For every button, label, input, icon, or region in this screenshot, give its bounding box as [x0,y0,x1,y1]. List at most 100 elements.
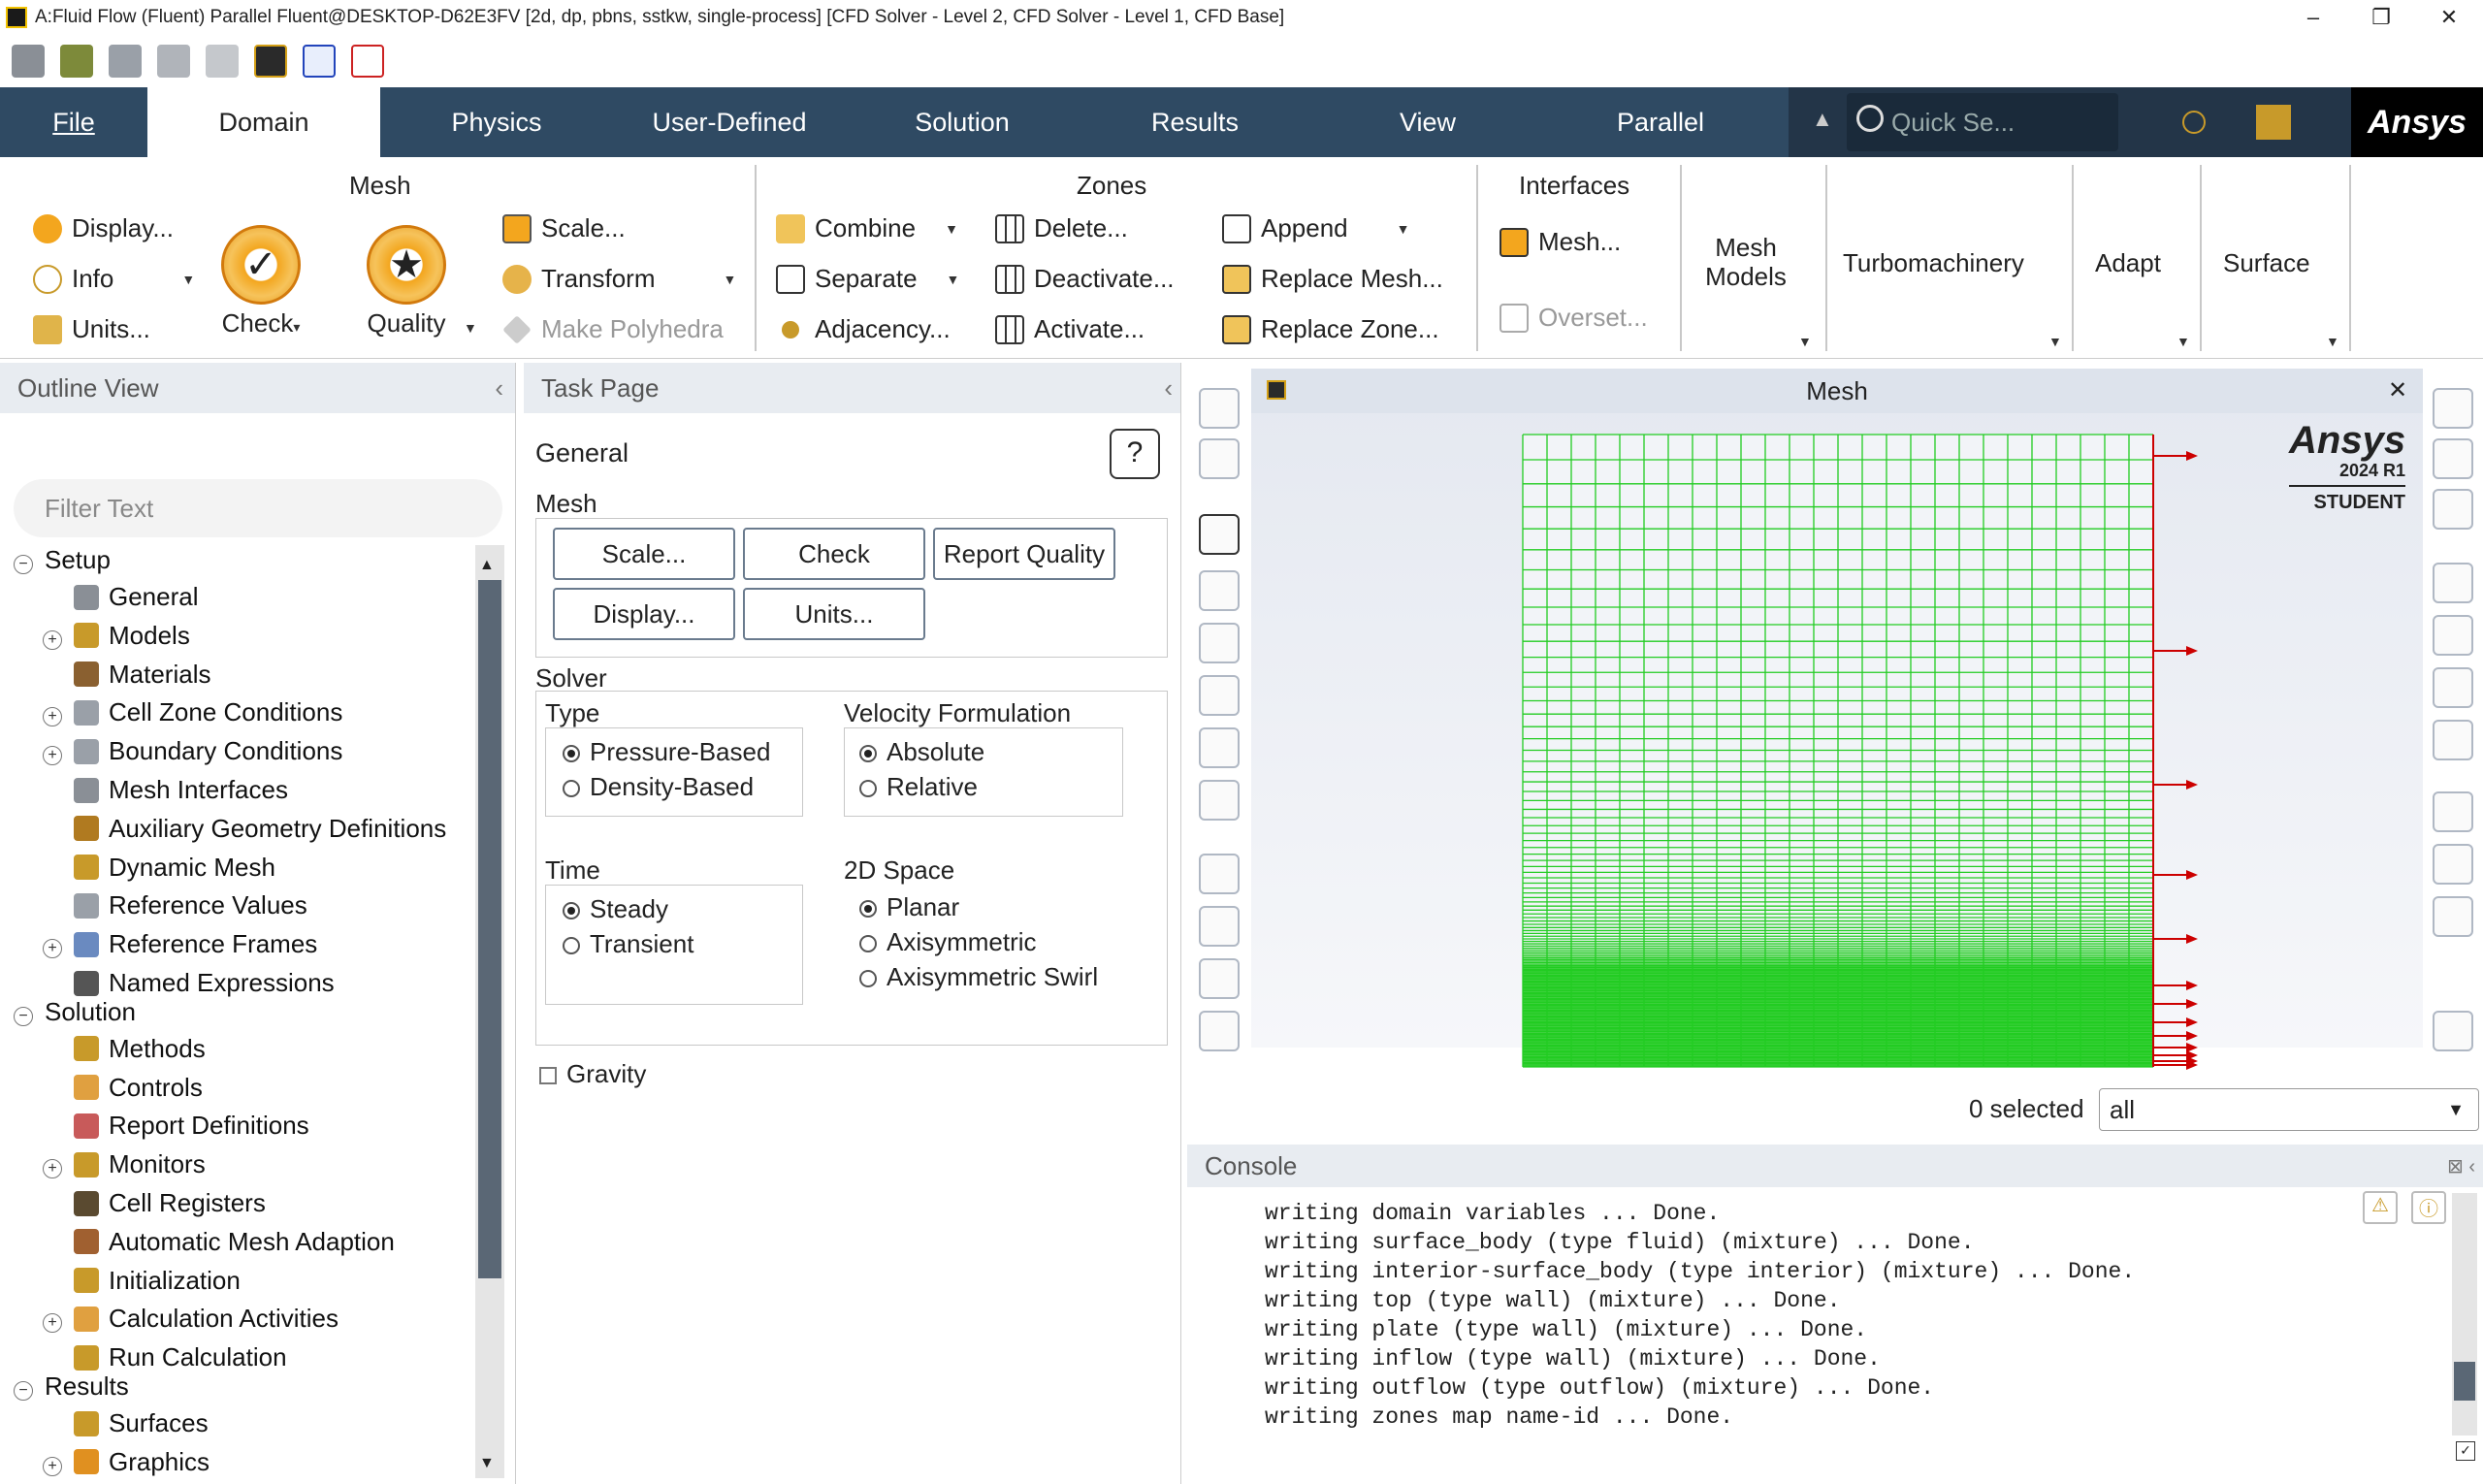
tab-domain[interactable]: Domain [147,87,380,157]
tree-item-graphics[interactable]: Graphics [74,1447,210,1477]
tab-results[interactable]: Results [1079,87,1311,157]
adapt-button[interactable]: Adapt [2095,248,2161,278]
transient-radio[interactable]: Transient [563,929,693,959]
density-based-radio[interactable]: Density-Based [563,772,754,802]
mesh-check-button[interactable]: ✓ Check▾ [221,225,301,339]
zoom-in-icon[interactable] [1199,906,1240,947]
read-case-icon[interactable] [60,45,93,78]
tree-item-named-expressions[interactable]: Named Expressions [74,968,335,998]
relative-radio[interactable]: Relative [859,772,978,802]
tree-item-report-definitions[interactable]: Report Definitions [74,1111,309,1141]
minimize-button[interactable]: – [2279,0,2347,35]
collapse-task-icon[interactable]: ‹ [1164,373,1173,403]
parameters-icon[interactable] [303,45,336,78]
tree-item-monitors[interactable]: Monitors [74,1149,206,1179]
scale-button[interactable]: Scale... [553,528,735,580]
turbomachinery-button[interactable]: Turbomachinery [1843,248,2024,278]
filter-text-input[interactable]: Filter Text [14,479,502,537]
pan-icon[interactable] [1199,623,1240,663]
tree-item-cell-zone-conditions[interactable]: Cell Zone Conditions [74,697,342,727]
quick-search-input[interactable]: Quick Se... [1847,93,2118,151]
pointer-tool-icon[interactable] [1199,514,1240,555]
zone-deactivate-button[interactable]: Deactivate... [995,264,1175,294]
warning-icon[interactable]: ⚠ [2363,1191,2398,1224]
mesh-display-button[interactable]: Display... [33,213,174,243]
plot-icon[interactable] [2433,791,2473,832]
display-button[interactable]: Display... [553,588,735,640]
surface-button[interactable]: Surface [2223,248,2310,278]
mesh-plot[interactable] [1513,427,2211,1077]
tree-item-automatic-mesh-adaption[interactable]: Automatic Mesh Adaption [74,1227,395,1257]
tab-physics[interactable]: Physics [380,87,613,157]
absolute-radio[interactable]: Absolute [859,737,984,767]
quality-dropdown-icon[interactable]: ▼ [464,320,477,336]
mesh-transform-button[interactable]: Transform ▼ [502,264,736,294]
zone-adjacency-button[interactable]: Adjacency... [776,314,951,344]
mesh-models-button[interactable]: Mesh Models [1688,233,1804,291]
tree-item-cell-registers[interactable]: Cell Registers [74,1188,266,1218]
probe-info-icon[interactable] [1199,780,1240,821]
selection-filter-dropdown[interactable]: all ▼ [2099,1088,2479,1131]
check-button[interactable]: Check [743,528,925,580]
mesh-models-dropdown-icon[interactable]: ▼ [1798,334,1812,349]
info-icon[interactable]: ⓘ [2411,1191,2446,1224]
tree-item-boundary-conditions[interactable]: Boundary Conditions [74,736,342,766]
colormap-icon[interactable] [2433,844,2473,885]
collapse-ribbon-icon[interactable]: ▲ [1812,107,1833,132]
tab-view[interactable]: View [1311,87,1544,157]
collapse-toggle-icon[interactable]: − [14,1381,33,1401]
axisymmetric-radio[interactable]: Axisymmetric [859,927,1037,957]
undo-view-icon[interactable] [2433,720,2473,760]
write-case-icon[interactable] [109,45,142,78]
open-icon[interactable] [12,45,45,78]
workbench-icon[interactable] [254,45,287,78]
tree-item-reference-frames[interactable]: Reference Frames [74,929,317,959]
tab-parallel[interactable]: Parallel [1544,87,1777,157]
copy-icon[interactable] [2433,1011,2473,1051]
help-icon[interactable] [2182,111,2206,134]
material-icon[interactable] [2433,489,2473,530]
window-icon[interactable] [2433,667,2473,708]
zone-activate-button[interactable]: Activate... [995,314,1145,344]
tree-item-methods[interactable]: Methods [74,1034,206,1064]
tree-item-calculation-activities[interactable]: Calculation Activities [74,1304,339,1334]
mesh-scale-button[interactable]: Scale... [502,213,626,243]
tree-section-results[interactable]: Results [45,1371,129,1402]
copy-view-icon[interactable] [1199,438,1240,479]
lighting-icon[interactable] [2433,388,2473,429]
report-quality-button[interactable]: Report Quality [933,528,1115,580]
tab-solution[interactable]: Solution [846,87,1079,157]
scroll-up-icon[interactable]: ▲ [479,557,495,574]
zoom-box-icon[interactable] [1199,727,1240,768]
tree-item-controls[interactable]: Controls [74,1073,203,1103]
axes-icon[interactable] [1199,1011,1240,1051]
planar-radio[interactable]: Planar [859,892,959,922]
mesh-units-button[interactable]: Units... [33,314,150,344]
zone-combine-button[interactable]: Combine ▼ [776,213,958,243]
console-menu-icon[interactable]: ⊠ ‹ [2447,1154,2475,1178]
autoscroll-checkbox[interactable]: ✓ [2456,1441,2475,1461]
collapse-toggle-icon[interactable]: − [14,555,33,574]
steady-radio[interactable]: Steady [563,894,668,924]
tab-file[interactable]: File [0,87,147,157]
tree-section-setup[interactable]: Setup [45,545,111,575]
tree-item-models[interactable]: Models [74,621,190,651]
tree-item-dynamic-mesh[interactable]: Dynamic Mesh [74,853,275,883]
layout-icon[interactable] [2256,105,2291,140]
zone-separate-button[interactable]: Separate ▼ [776,264,959,294]
units-button[interactable]: Units... [743,588,925,640]
tree-section-solution[interactable]: Solution [45,997,136,1027]
expand-toggle-icon[interactable]: + [43,1456,62,1476]
tree-item-initialization[interactable]: Initialization [74,1266,241,1296]
gravity-checkbox[interactable]: Gravity [539,1059,646,1089]
tree-item-surfaces[interactable]: Surfaces [74,1408,209,1438]
adapt-dropdown-icon[interactable]: ▼ [2177,334,2190,349]
collapse-panel-icon[interactable]: ‹ [495,373,503,403]
zoom-in-out-icon[interactable] [1199,675,1240,716]
zoom-out-icon[interactable] [1199,958,1240,999]
close-graphics-icon[interactable]: ✕ [2388,376,2407,404]
notes-icon[interactable] [2433,896,2473,937]
view-icon[interactable] [2433,563,2473,603]
reload-icon[interactable] [157,45,190,78]
replace-mesh-button[interactable]: Replace Mesh... [1222,264,1443,294]
